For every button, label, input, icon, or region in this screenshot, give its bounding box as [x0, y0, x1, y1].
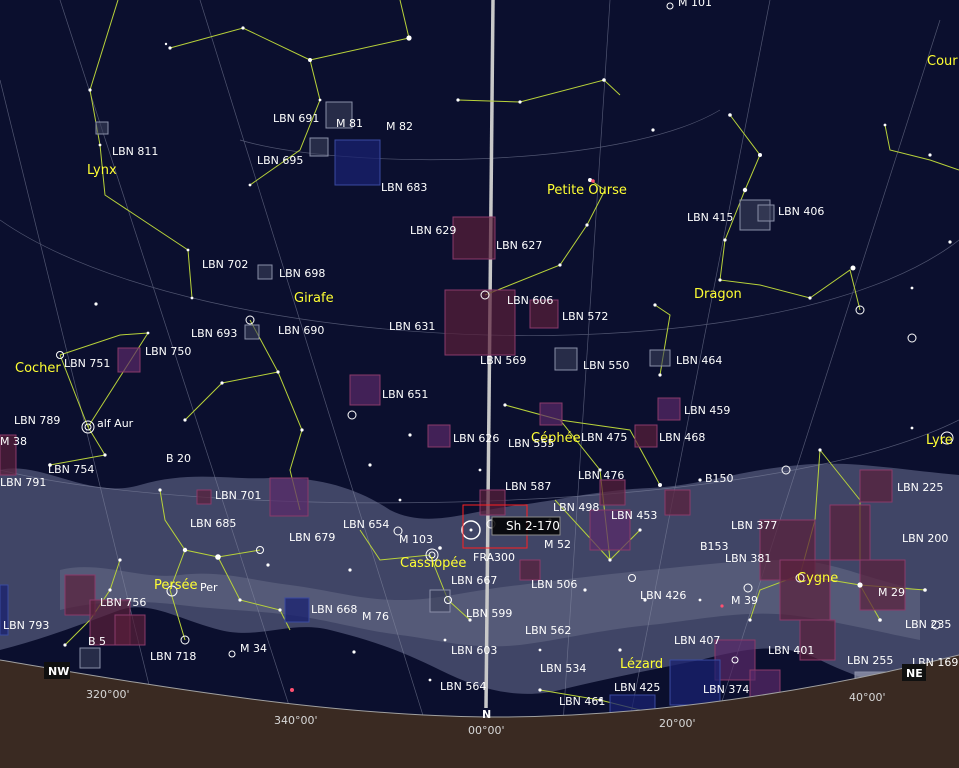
obj-label: B 5	[88, 635, 106, 648]
obj-label: LBN 690	[278, 324, 324, 337]
obj-label: LBN 718	[150, 650, 196, 663]
obj-label: LBN 564	[440, 680, 486, 693]
obj-label: LBN 475	[581, 431, 627, 444]
obj-label: LBN 793	[3, 619, 49, 632]
obj-label: LBN 667	[451, 574, 497, 587]
cardinal-ne: NE	[906, 667, 923, 680]
obj-label: LBN 629	[410, 224, 456, 237]
obj-label: LBN 453	[611, 509, 657, 522]
obj-label: LBN 377	[731, 519, 777, 532]
con-label: Girafe	[294, 291, 334, 306]
sky-map[interactable]: Sh 2-170 Lynx Girafe Petite Ourse Dragon…	[0, 0, 959, 768]
obj-label: LBN 698	[279, 267, 325, 280]
obj-label: LBN 476	[578, 469, 624, 482]
obj-label: LBN 631	[389, 320, 435, 333]
obj-label: LBN 701	[215, 489, 261, 502]
azimuth-label: 40°00'	[849, 691, 886, 704]
obj-label: M 29	[878, 586, 905, 599]
obj-label: LBN 626	[453, 432, 499, 445]
obj-label: LBN 562	[525, 624, 571, 637]
obj-label: LBN 695	[257, 154, 303, 167]
obj-label: LBN 426	[640, 589, 686, 602]
obj-label: M 52	[544, 538, 571, 551]
obj-label: LBN 506	[531, 578, 577, 591]
obj-label: LBN 407	[674, 634, 720, 647]
obj-label: M 103	[399, 533, 433, 546]
obj-label: LBN 750	[145, 345, 191, 358]
obj-label: LBN 255	[847, 654, 893, 667]
azimuth-label: 00°00'	[468, 724, 505, 737]
obj-label: alf Aur	[97, 417, 134, 430]
obj-label: LBN 374	[703, 683, 749, 696]
obj-label: LBN 406	[778, 205, 824, 218]
obj-label: LBN 651	[382, 388, 428, 401]
obj-label: LBN 691	[273, 112, 319, 125]
obj-label: M 39	[731, 594, 758, 607]
obj-label: LBN 702	[202, 258, 248, 271]
obj-label: M 76	[362, 610, 389, 623]
obj-label: LBN 555	[508, 437, 554, 450]
obj-label: LBN 751	[64, 357, 110, 370]
obj-label: LBN 401	[768, 644, 814, 657]
azimuth-label: 320°00'	[86, 688, 130, 701]
cardinal-n: N	[482, 708, 491, 721]
cardinal-nw: NW	[48, 665, 69, 678]
selection-tooltip: Sh 2-170	[506, 519, 560, 533]
obj-label: LBN 606	[507, 294, 553, 307]
obj-label: LBN 693	[191, 327, 237, 340]
obj-label: M 82	[386, 120, 413, 133]
obj-label: LBN 789	[14, 414, 60, 427]
obj-label: LBN 225	[897, 481, 943, 494]
con-label: Lynx	[87, 163, 117, 178]
con-label: Dragon	[694, 287, 742, 302]
obj-label: M 34	[240, 642, 267, 655]
obj-label: LBN 464	[676, 354, 722, 367]
azimuth-label: 340°00'	[274, 714, 318, 727]
azimuth-label: 20°00'	[659, 717, 696, 730]
obj-label: LBN 572	[562, 310, 608, 323]
obj-label: LBN 668	[311, 603, 357, 616]
con-label: Lyre	[926, 433, 953, 448]
obj-label: LBN 534	[540, 662, 586, 675]
obj-label: LBN 627	[496, 239, 542, 252]
obj-label: M 81	[336, 117, 363, 130]
obj-label: LBN 425	[614, 681, 660, 694]
obj-label: LBN 603	[451, 644, 497, 657]
obj-label: LBN 468	[659, 431, 705, 444]
obj-label: LBN 756	[100, 596, 146, 609]
obj-label: LBN 679	[289, 531, 335, 544]
obj-label: M 101	[678, 0, 712, 9]
obj-label: LBN 811	[112, 145, 158, 158]
obj-label: LBN 654	[343, 518, 389, 531]
con-label: Persée	[154, 578, 198, 593]
obj-label: LBN 381	[725, 552, 771, 565]
con-label: Cour	[927, 54, 958, 69]
obj-label: M 38	[0, 435, 27, 448]
obj-label: LBN 415	[687, 211, 733, 224]
obj-label: B 20	[166, 452, 191, 465]
obj-label: B150	[705, 472, 734, 485]
obj-label: FRA300	[473, 551, 515, 564]
obj-label: LBN 754	[48, 463, 94, 476]
con-label: Cygne	[797, 571, 838, 586]
obj-label: LBN 498	[553, 501, 599, 514]
obj-label: Per	[200, 581, 218, 594]
obj-label: LBN 683	[381, 181, 427, 194]
con-label: Lézard	[620, 657, 663, 672]
obj-label: LBN 599	[466, 607, 512, 620]
obj-label: LBN 461	[559, 695, 605, 708]
obj-label: LBN 569	[480, 354, 526, 367]
obj-label: LBN 791	[0, 476, 46, 489]
obj-label: LBN 459	[684, 404, 730, 417]
obj-label: LBN 550	[583, 359, 629, 372]
con-label: Cassiopée	[400, 556, 466, 571]
obj-label: LBN 200	[902, 532, 948, 545]
obj-label: LBN 685	[190, 517, 236, 530]
obj-label: LBN 235	[905, 618, 951, 631]
con-label: Petite Ourse	[547, 183, 627, 198]
obj-label: LBN 587	[505, 480, 551, 493]
con-label: Cocher	[15, 361, 61, 376]
